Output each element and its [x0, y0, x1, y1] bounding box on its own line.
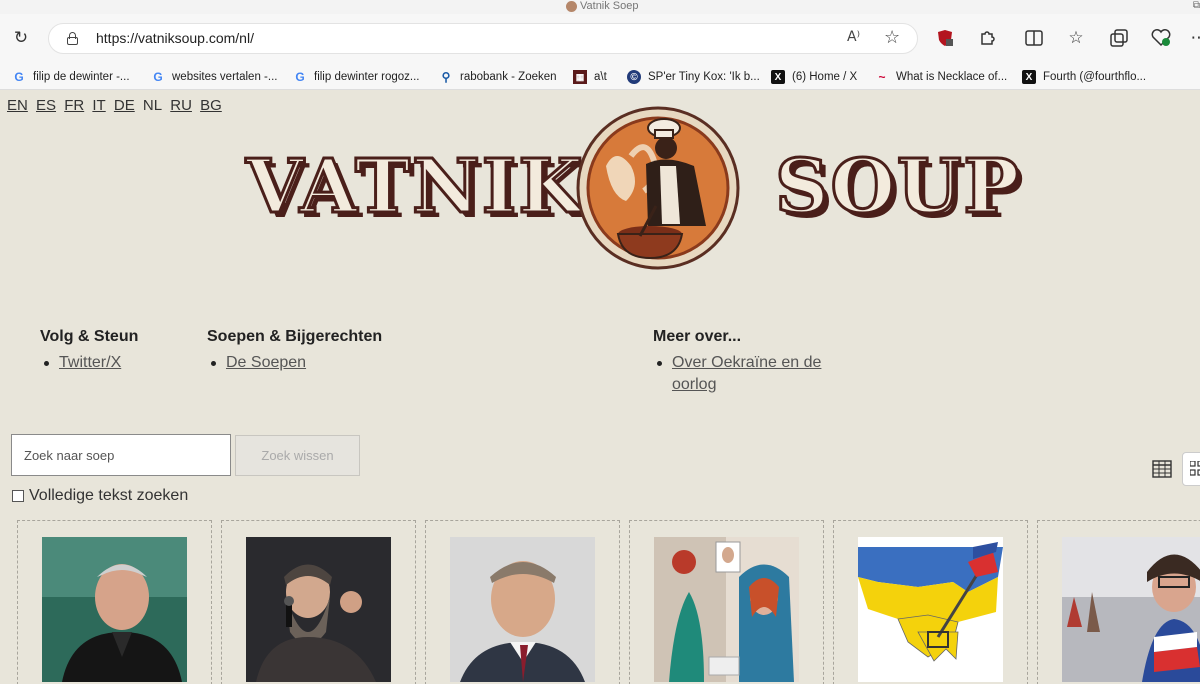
collections-icon[interactable]	[1106, 25, 1132, 51]
bookmarks-bar: Gfilip de dewinter -... Gwebsites vertal…	[0, 64, 1200, 90]
lock-icon[interactable]	[67, 32, 78, 45]
lang-link-bg[interactable]: BG	[200, 97, 222, 114]
split-screen-icon[interactable]	[1021, 25, 1047, 51]
fulltext-label: Volledige tekst zoeken	[29, 487, 189, 504]
bookmark-item[interactable]: ~ What is Necklace of...	[875, 68, 1007, 86]
nav-column-more: Meer over... Over Oekraïne en de oorlog	[653, 328, 843, 396]
favorites-icon[interactable]: ☆	[1063, 25, 1089, 51]
soup-card-image[interactable]	[246, 537, 391, 682]
read-aloud-icon[interactable]: A⁾	[847, 29, 860, 45]
fulltext-search-option[interactable]: Volledige tekst zoeken	[12, 487, 188, 505]
fulltext-checkbox[interactable]	[12, 490, 24, 502]
nav-column-follow: Volg & Steun Twitter/X	[40, 328, 138, 374]
soup-card[interactable]	[17, 520, 212, 684]
x-icon: X	[771, 70, 785, 84]
soup-card-image[interactable]	[654, 537, 799, 682]
google-icon: G	[14, 70, 24, 84]
browser-essentials-icon[interactable]	[1148, 25, 1174, 51]
bookmark-item[interactable]: © SP'er Tiny Kox: 'Ik b...	[627, 68, 760, 86]
window-restore-icon[interactable]: ⧉	[1193, 0, 1200, 11]
window-title: Vatnik Soep	[580, 0, 639, 12]
browser-toolbar: ↻ https://vatniksoup.com/nl/ A⁾ ☆ ☆ ⋯	[0, 14, 1200, 64]
nav-list-item: Twitter/X	[40, 352, 138, 374]
lang-link-es[interactable]: ES	[36, 97, 56, 114]
news-icon: ©	[627, 70, 641, 84]
soup-card[interactable]	[833, 520, 1028, 684]
lang-link-it[interactable]: IT	[92, 97, 105, 114]
lang-link-de[interactable]: DE	[114, 97, 135, 114]
clear-search-button[interactable]: Zoek wissen	[235, 435, 360, 476]
nav-list-item: De Soepen	[207, 352, 382, 374]
bookmark-item[interactable]: Gfilip de dewinter -...	[12, 68, 129, 86]
window-titlebar: Vatnik Soep ⧉	[0, 0, 1200, 14]
logo-text-vatnik[interactable]: VATNIK	[245, 143, 585, 232]
chef-soup-logo-icon[interactable]	[576, 106, 740, 270]
nav-link-ukraine[interactable]: Over Oekraïne en de oorlog	[672, 354, 821, 393]
table-view-icon[interactable]	[1152, 460, 1172, 478]
ublock-extension-icon[interactable]	[932, 25, 958, 51]
bookmark-item[interactable]: ▦ a\t	[573, 68, 607, 86]
site-icon: ~	[878, 70, 886, 84]
x-icon: X	[1022, 70, 1036, 84]
soup-search-input[interactable]	[11, 434, 231, 476]
lang-link-en[interactable]: EN	[7, 97, 28, 114]
extensions-puzzle-icon[interactable]	[974, 25, 1000, 51]
bookmark-item[interactable]: ⚲ rabobank - Zoeken	[439, 68, 557, 86]
soup-card[interactable]	[425, 520, 620, 684]
bookmark-item[interactable]: X (6) Home / X	[771, 68, 857, 86]
nav-heading: Soepen & Bijgerechten	[207, 328, 383, 345]
favorite-star-icon[interactable]: ☆	[884, 27, 900, 48]
soup-card[interactable]	[221, 520, 416, 684]
nav-link-twitter[interactable]: Twitter/X	[59, 354, 121, 371]
bookmark-item[interactable]: Gfilip dewinter rogoz...	[293, 68, 419, 86]
soup-card[interactable]	[629, 520, 824, 684]
nav-column-soups: Soepen & Bijgerechten De Soepen	[207, 328, 382, 374]
more-options-icon[interactable]: ⋯	[1186, 25, 1200, 51]
nav-list-item: Over Oekraïne en de oorlog	[653, 352, 843, 396]
lang-link-fr[interactable]: FR	[64, 97, 84, 114]
nav-link-soups[interactable]: De Soepen	[226, 354, 306, 371]
google-icon: G	[295, 70, 305, 84]
lang-current-nl: NL	[142, 97, 163, 114]
soup-card-image[interactable]	[42, 537, 187, 682]
logo-text-soup[interactable]: SOUP	[773, 143, 1021, 232]
nav-heading: Volg & Steun	[40, 328, 139, 345]
language-switcher: EN ES FR IT DE NL RU BG	[7, 97, 226, 114]
lang-link-ru[interactable]: RU	[170, 97, 192, 114]
address-bar[interactable]: https://vatniksoup.com/nl/ A⁾ ☆	[48, 23, 918, 54]
address-url[interactable]: https://vatniksoup.com/nl/	[96, 30, 254, 46]
site-icon: ▦	[573, 70, 587, 84]
page-content: EN ES FR IT DE NL RU BG VATNIK SOUP Volg…	[0, 90, 1200, 684]
google-icon: G	[153, 70, 163, 84]
search-icon: ⚲	[441, 70, 451, 84]
reload-icon[interactable]: ↻	[8, 25, 34, 51]
site-favicon-icon	[566, 1, 577, 12]
soup-card-image[interactable]	[858, 537, 1003, 682]
bookmark-item[interactable]: Gwebsites vertalen -...	[151, 68, 277, 86]
bookmark-item[interactable]: X Fourth (@fourthflo...	[1022, 68, 1146, 86]
grid-view-button[interactable]	[1182, 452, 1200, 486]
soup-card-image[interactable]	[450, 537, 595, 682]
soup-card[interactable]	[1037, 520, 1200, 684]
grid-view-icon	[1190, 461, 1200, 476]
nav-heading: Meer over...	[653, 328, 742, 345]
soup-card-image[interactable]	[1062, 537, 1200, 682]
